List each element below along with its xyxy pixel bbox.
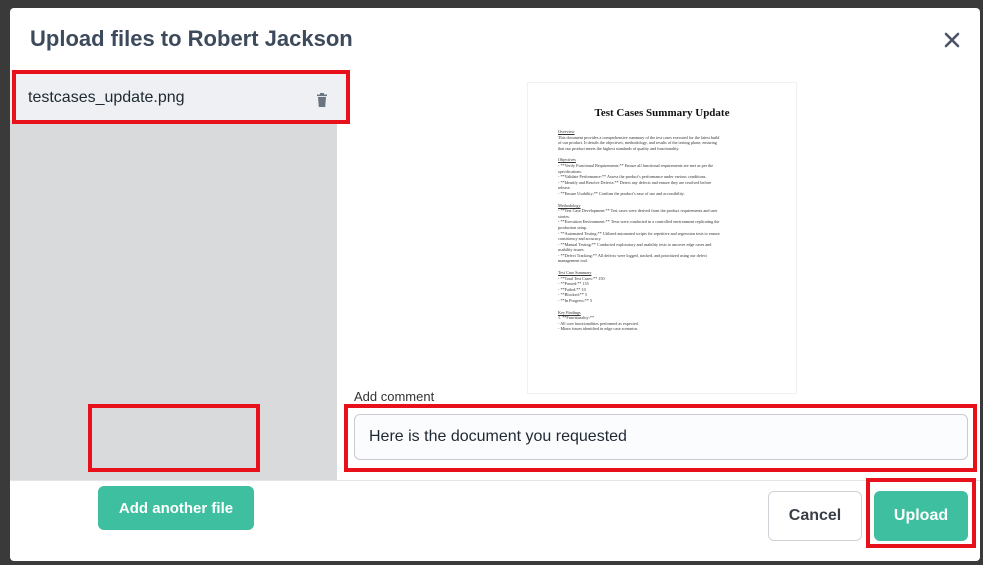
footer-divider	[10, 480, 980, 481]
cancel-button[interactable]: Cancel	[768, 491, 862, 541]
preview-section: Overview This document provides a compre…	[558, 129, 766, 151]
close-icon	[944, 32, 960, 48]
preview-line: that our product meets the highest stand…	[558, 145, 680, 151]
preview-section: Key Findings 1. **Functionality:** - All…	[558, 310, 766, 332]
file-name: testcases_update.png	[28, 89, 185, 106]
file-list-pane: testcases_update.png Add another file	[10, 70, 347, 530]
preview-section: Methodology - **Test Case Development:**…	[558, 203, 766, 265]
file-item[interactable]: testcases_update.png	[10, 70, 347, 120]
preview-section: Objectives - **Verify Functional Require…	[558, 157, 766, 196]
add-another-file-button[interactable]: Add another file	[98, 486, 254, 530]
trash-icon[interactable]	[316, 93, 328, 107]
close-button[interactable]	[940, 28, 964, 52]
preview-line: - **In Progress:** 5	[558, 298, 593, 304]
document-preview: Test Cases Summary Update Overview This …	[528, 83, 796, 393]
preview-line: - Minor issues identified in edge case s…	[558, 326, 639, 332]
upload-modal: Upload files to Robert Jackson testcases…	[10, 8, 980, 561]
upload-button[interactable]: Upload	[874, 491, 968, 541]
preview-line: management tool.	[558, 258, 589, 264]
preview-title: Test Cases Summary Update	[594, 107, 730, 119]
comment-label: Add comment	[354, 389, 435, 404]
modal-header: Upload files to Robert Jackson	[10, 8, 980, 70]
comment-input[interactable]: Here is the document you requested	[354, 414, 968, 460]
modal-title: Upload files to Robert Jackson	[30, 26, 353, 51]
preview-body: Overview This document provides a compre…	[558, 129, 766, 338]
preview-section: Test Case Summary - **Total Test Cases:*…	[558, 270, 766, 304]
preview-line: - **Ensure Usability:** Confirm the prod…	[558, 190, 685, 196]
